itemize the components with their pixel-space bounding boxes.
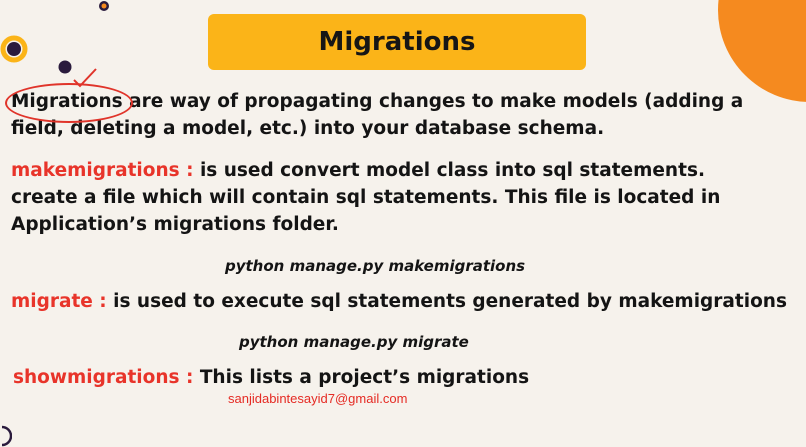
page-title: Migrations [318,27,476,57]
migrate-text: is used to execute sql statements genera… [113,291,787,312]
intro-line-2: field, deleting a model, etc.) into your… [11,118,605,139]
migrate-command: python manage.py migrate [239,333,469,351]
highlighted-term: Migrations [5,83,133,123]
intro-paragraph: Migrations are way of propagating change… [5,83,801,142]
makemigrations-term: makemigrations : [11,160,200,181]
circle-annotation [5,83,133,123]
title-banner: Migrations [208,14,586,70]
ring-decoration [0,35,28,63]
showmigrations-paragraph: showmigrations : This lists a project’s … [13,364,529,391]
showmigrations-text: This lists a project’s migrations [199,367,530,388]
dot-decoration-top [99,1,109,11]
migrate-term: migrate : [11,291,114,312]
intro-line-1: Migrations are way of propagating change… [5,83,801,123]
dot-decoration [58,60,72,74]
makemigrations-line-1: makemigrations : is used convert model c… [11,160,705,181]
migrate-paragraph: migrate : is used to execute sql stateme… [11,288,806,315]
makemigrations-line-3: Application’s migrations folder. [11,214,339,235]
email-watermark: sanjidabintesayid7@gmail.com [228,391,408,406]
corner-arc-decoration [1,425,12,447]
makemigrations-command: python manage.py makemigrations [225,257,526,275]
showmigrations-term: showmigrations : [13,367,200,388]
makemigrations-line-2: create a file which will contain sql sta… [11,187,721,208]
makemigrations-paragraph: makemigrations : is used convert model c… [11,157,801,238]
